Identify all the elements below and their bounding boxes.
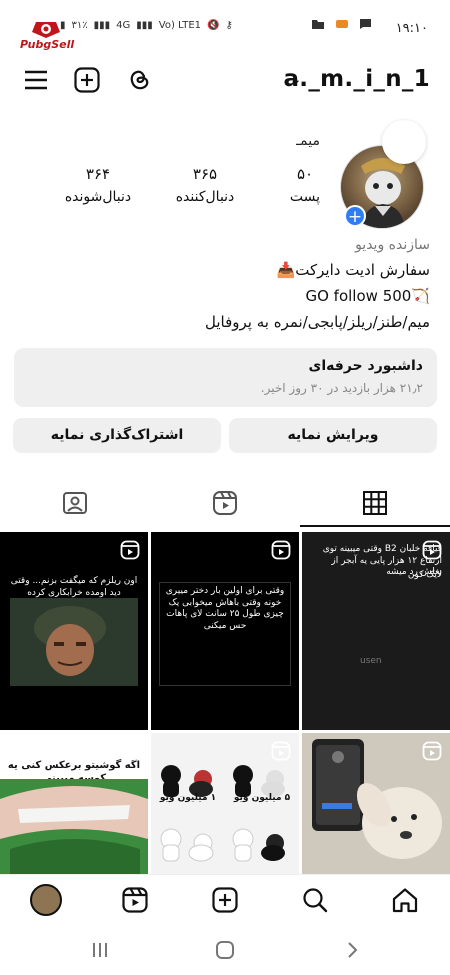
posts-label: پست: [289, 189, 321, 205]
edit-profile-button[interactable]: ویرایش نمایه: [229, 418, 437, 453]
tagged-icon[interactable]: [62, 490, 88, 516]
volte-label: Vo) LTE1: [158, 20, 202, 31]
post-tile[interactable]: اون ریلزم که میگفت بزنم... وقتی دید اومد…: [0, 532, 148, 730]
cats-roosters-image: [160, 765, 285, 862]
professional-dashboard[interactable]: داشبورد حرفه‌ای ۲۱٫۲ هزار بازدید در ۳۰ ر…: [14, 348, 437, 407]
post-tile[interactable]: اگه گوشیتو برعکس کنی یه کوسه میبینی: [0, 733, 148, 874]
search-icon[interactable]: [301, 886, 329, 914]
display-name: میمـ: [296, 133, 320, 149]
home-icon[interactable]: [391, 886, 419, 914]
views-label-1: ۱ میلیون ویو: [159, 793, 217, 803]
back-icon[interactable]: [342, 940, 362, 960]
menu-icon[interactable]: [22, 66, 50, 94]
dashboard-title: داشبورد حرفه‌ای: [308, 358, 423, 374]
dashboard-subtitle: ۲۱٫۲ هزار بازدید در ۳۰ روز اخیر.: [260, 381, 423, 395]
signal-icon: ▮▮▮: [93, 20, 111, 31]
reel-icon: [120, 741, 140, 761]
caption-frame: [159, 582, 291, 686]
post-caption-extra: usen: [360, 656, 382, 666]
reels-nav-icon[interactable]: [121, 886, 149, 914]
bio-category: سازنده ویدیو: [355, 237, 430, 253]
add-story-button[interactable]: +: [344, 205, 366, 227]
stat-followers[interactable]: ۳۶۵ دنبال‌کننده: [160, 165, 250, 205]
create-nav-icon[interactable]: [211, 886, 239, 914]
bio-line-1: سفارش ادیت دایرکت📥: [276, 261, 430, 279]
profile-nav-avatar[interactable]: [30, 884, 62, 916]
bio-line-2: GO follow 500🏹: [305, 287, 430, 305]
battery-percent: ۳۱٪: [71, 20, 88, 31]
status-bar: PubgSell ▮ ۳۱٪ ▮▮▮ 4G ▮▮▮ Vo) LTE1 🔇 ⚷ ۱…: [0, 0, 450, 52]
posts-count: ۵۰: [296, 165, 314, 183]
note-bubble[interactable]: [382, 120, 426, 164]
reel-icon: [422, 540, 442, 560]
grid-tab-icon[interactable]: [362, 490, 388, 516]
teeth-image: [0, 779, 148, 874]
reel-icon: [271, 741, 291, 761]
profile-username[interactable]: a._m._i_n_1: [283, 66, 430, 92]
following-label: دنبال‌شونده: [64, 189, 132, 205]
post-tile[interactable]: ۱ میلیون ویو ۵ میلیون ویو: [151, 733, 299, 874]
reel-icon: [422, 741, 442, 761]
soldier-image: [10, 598, 138, 686]
folder-icon: [312, 20, 324, 29]
post-tile[interactable]: وقتی برای اولین بار دختر مییری خونه وقتی…: [151, 532, 299, 730]
notification-icons: [311, 18, 372, 30]
recent-apps-icon[interactable]: [90, 940, 110, 960]
post-tile[interactable]: [302, 733, 450, 874]
post-caption-sub: لایک کون: [407, 570, 442, 580]
key-icon: ⚷: [225, 20, 233, 31]
create-icon[interactable]: [73, 66, 101, 94]
views-label-2: ۵ میلیون ویو: [233, 793, 291, 803]
threads-icon[interactable]: [125, 66, 153, 94]
status-indicators: ▮ ۳۱٪ ▮▮▮ 4G ▮▮▮ Vo) LTE1 🔇 ⚷: [60, 20, 233, 31]
reel-icon: [120, 540, 140, 560]
home-system-icon[interactable]: [215, 940, 235, 960]
system-nav-bar: [0, 925, 450, 975]
followers-count: ۳۶۵: [192, 165, 218, 183]
status-time: ۱۹:۱۰: [395, 21, 428, 36]
network-label: 4G: [116, 20, 131, 31]
battery-icon: ▮: [60, 20, 66, 31]
logo-text: PubgSell: [20, 38, 75, 51]
bottom-nav: [0, 874, 450, 924]
stat-following[interactable]: ۳۶۴ دنبال‌شونده: [53, 165, 143, 205]
followers-label: دنبال‌کننده: [175, 189, 235, 205]
message-icon: [360, 19, 371, 29]
mute-icon: 🔇: [207, 20, 220, 31]
bio-line-3: میم/طنز/ریلز/پابجی/نمره به پروفایل: [205, 313, 430, 331]
stat-posts[interactable]: ۵۰ پست: [260, 165, 350, 205]
top-nav: ⌄ a._m._i_n_1: [0, 56, 450, 106]
reels-tab-icon[interactable]: [212, 490, 238, 516]
signal-icon-2: ▮▮▮: [136, 20, 153, 31]
reel-icon: [271, 540, 291, 560]
following-count: ۳۶۴: [85, 165, 111, 183]
active-tab-indicator: [300, 525, 450, 527]
post-tile[interactable]: قیافه خلبان B2 وقتی میبینه توی ارتفاع ۱۲…: [302, 532, 450, 730]
app-notification-icon: [336, 20, 348, 28]
share-profile-button[interactable]: اشتراک‌گذاری نمایه: [13, 418, 221, 453]
post-caption: اون ریلزم که میگفت بزنم... وقتی دید اومد…: [10, 576, 138, 598]
